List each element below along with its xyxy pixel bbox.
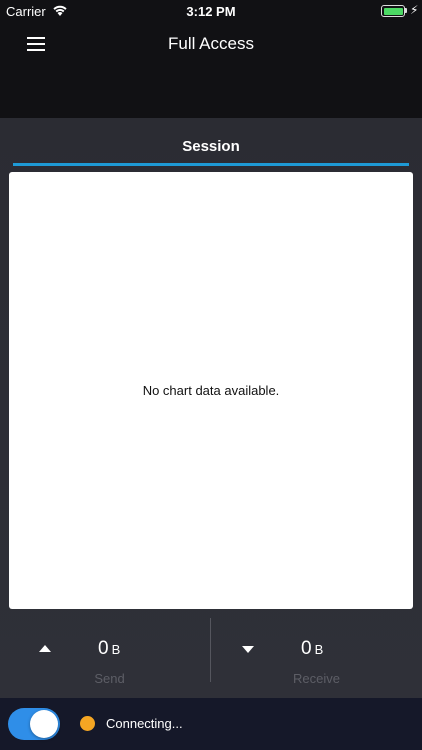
send-value-number: 0 — [98, 638, 109, 659]
connection-status-text: Connecting... — [106, 716, 183, 731]
receive-value: 0B — [301, 638, 323, 660]
chart-panel: No chart data available. — [9, 172, 413, 609]
clock-time: 3:12 PM — [186, 4, 236, 19]
nav-bar: Full Access — [0, 22, 422, 118]
send-value: 0B — [98, 638, 120, 660]
receive-label: Receive — [293, 671, 340, 686]
send-value-unit: B — [111, 642, 121, 657]
battery-fill — [383, 7, 403, 15]
download-arrow-icon — [242, 646, 254, 653]
connection-toggle[interactable] — [8, 708, 60, 740]
send-stat: 0B Send — [0, 621, 211, 687]
connection-bar: Connecting... — [0, 698, 422, 750]
page-title: Full Access — [168, 34, 254, 53]
app-root: Carrier 3:12 PM ⚡ Full Access Session No… — [0, 0, 422, 750]
receive-value-number: 0 — [301, 638, 312, 659]
main-content: Session No chart data available. 0B Send… — [0, 118, 422, 698]
connection-status-dot — [80, 716, 95, 731]
receive-stat: 0B Receive — [211, 621, 422, 687]
chart-empty-message: No chart data available. — [142, 383, 280, 398]
tab-session[interactable]: Session — [13, 132, 409, 166]
receive-value-unit: B — [314, 642, 324, 657]
upload-arrow-icon — [39, 645, 51, 652]
battery-icon — [381, 5, 405, 17]
send-label: Send — [94, 671, 125, 686]
charging-bolt-icon: ⚡ — [410, 3, 419, 17]
toggle-knob — [30, 710, 58, 738]
battery-nub — [405, 8, 407, 13]
status-bar: Carrier 3:12 PM ⚡ — [0, 0, 422, 22]
